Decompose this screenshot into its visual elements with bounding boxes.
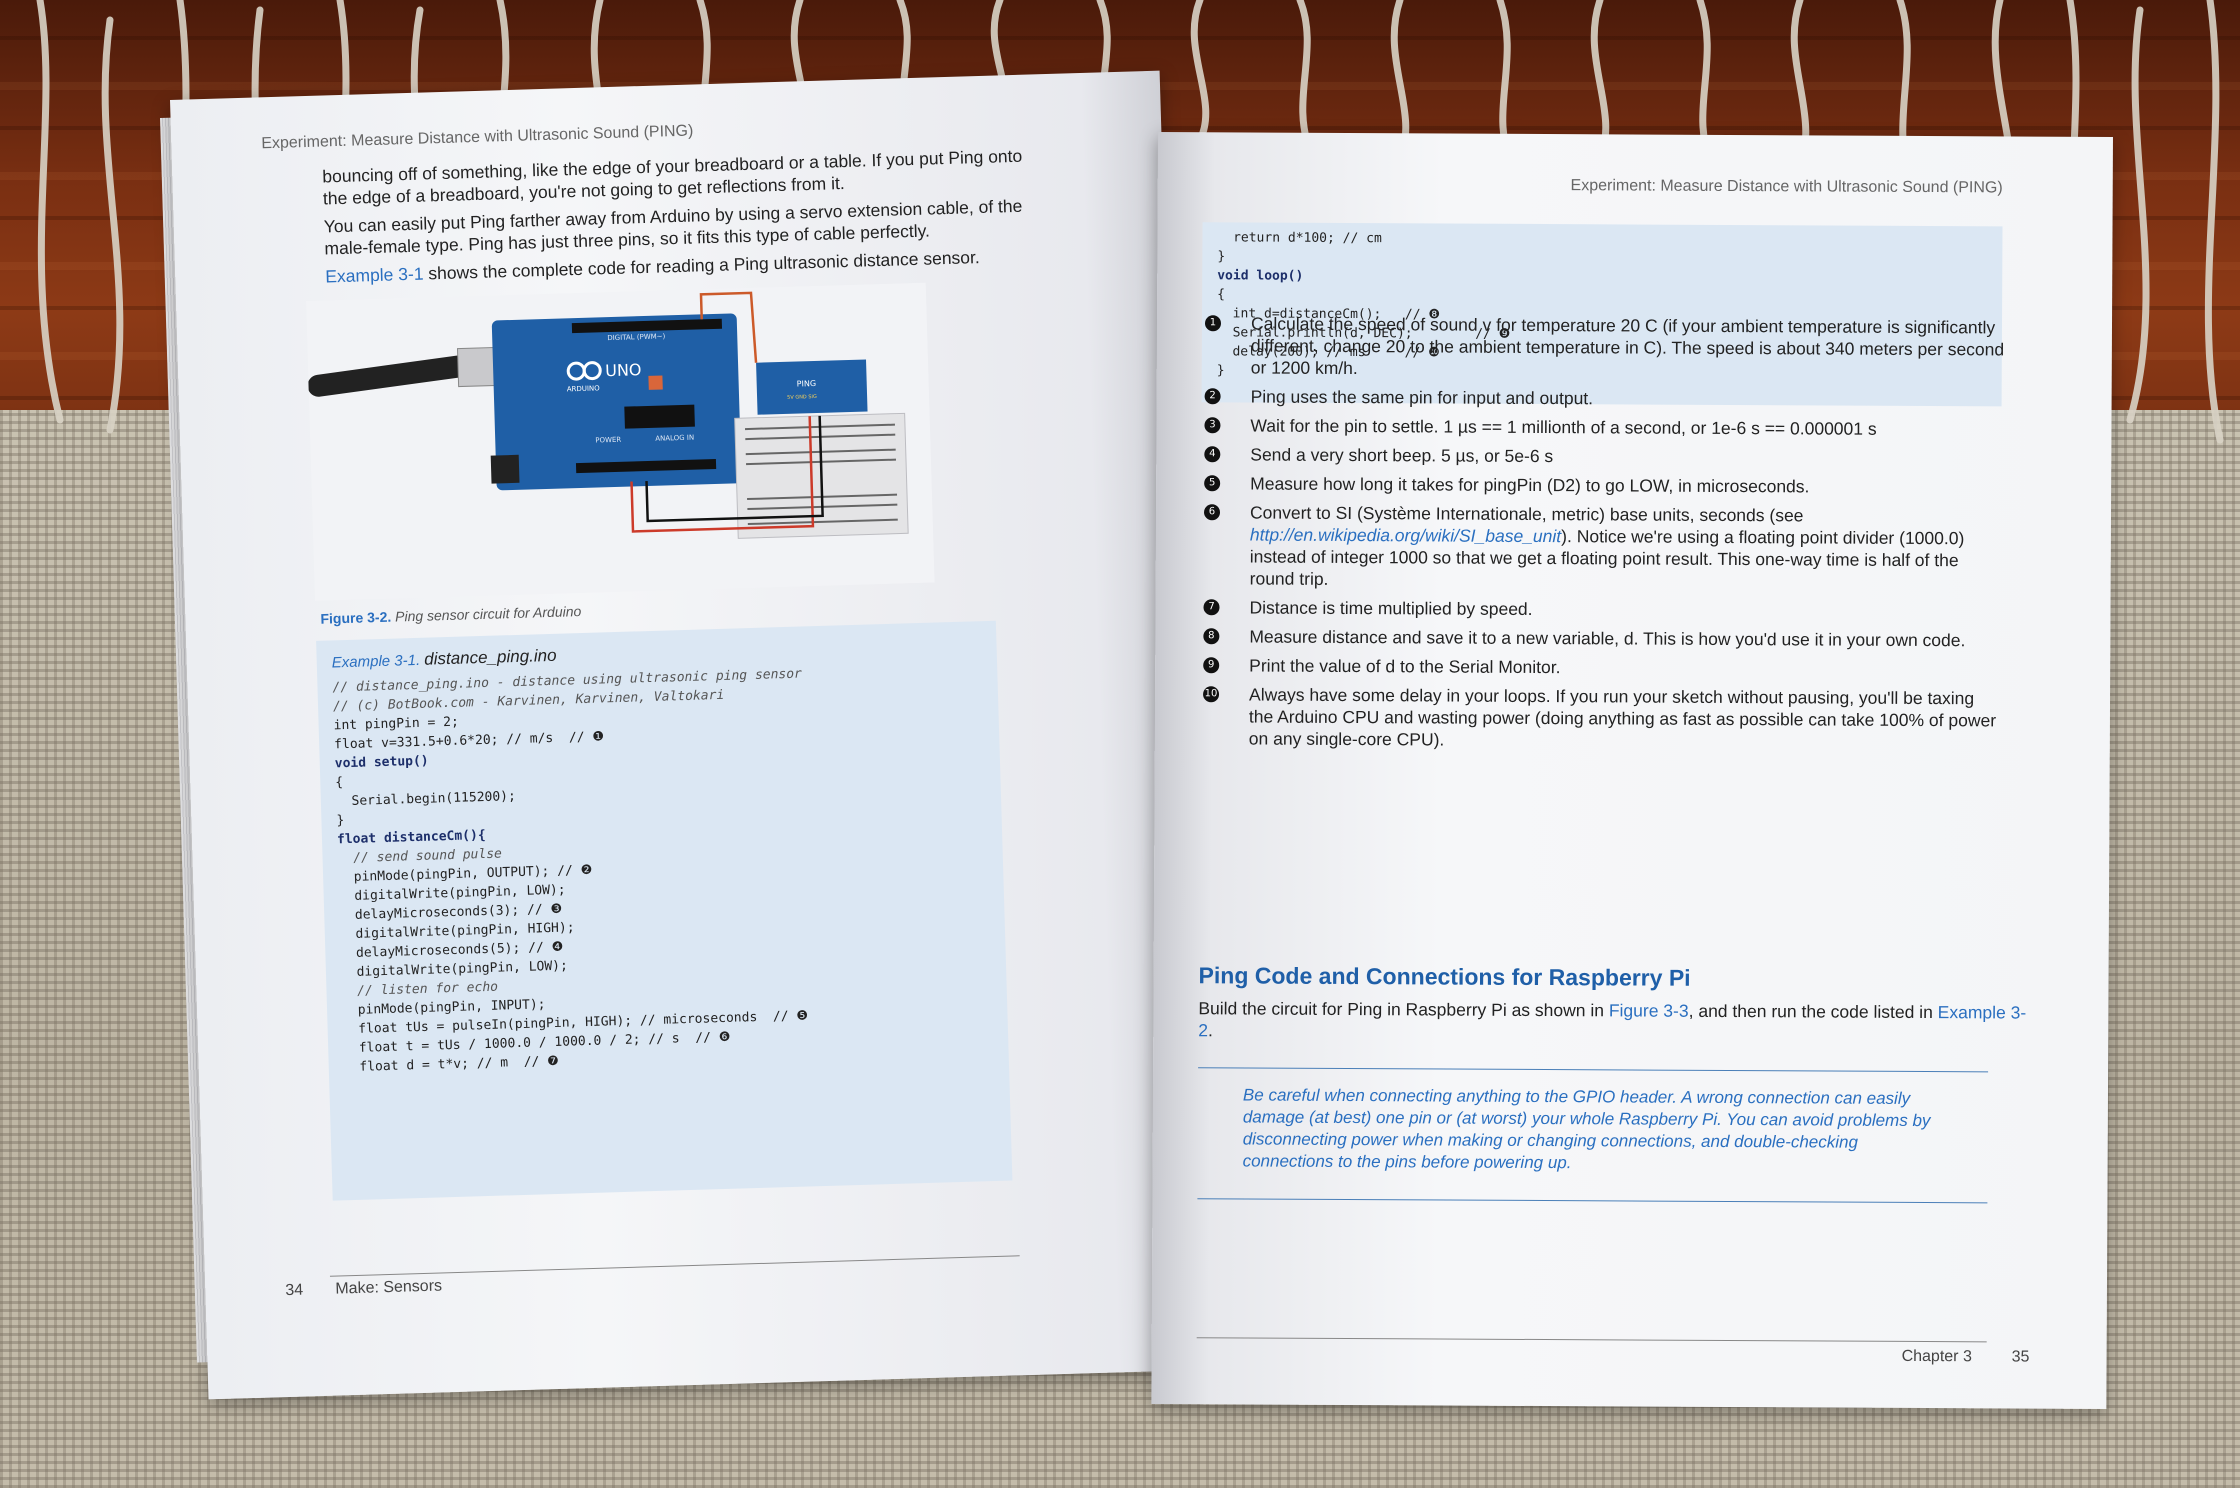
board-model-label: UNO	[605, 360, 642, 380]
figure-caption: Figure 3-2. Ping sensor circuit for Ardu…	[320, 603, 581, 627]
analog-header-label: ANALOG IN	[655, 434, 694, 443]
code-listing-title: Example 3-1. distance_ping.ino	[331, 645, 557, 673]
chapter-label: Chapter 3	[1901, 1347, 1972, 1366]
code-listing-label: Example 3-1.	[331, 651, 421, 672]
example-link[interactable]: Example 3-1	[325, 264, 424, 287]
footer-rule	[329, 1255, 1020, 1277]
code-lines: // distance_ping.ino - distance using ul…	[332, 665, 813, 1078]
left-page: Experiment: Measure Distance with Ultras…	[170, 70, 1199, 1400]
callout-number: 9	[1203, 657, 1220, 674]
wikipedia-link[interactable]: http://en.wikipedia.org/wiki/SI_base_uni…	[1250, 524, 1561, 546]
section-text: Build the circuit for Ping in Raspberry …	[1198, 998, 1609, 1021]
running-head: Experiment: Measure Distance with Ultras…	[261, 122, 694, 153]
callout-text: Send a very short beep. 5 µs, or 5e-6 s	[1250, 444, 1554, 467]
callout-item: 5 Measure how long it takes for pingPin (…	[1204, 472, 2004, 498]
power-header-label: POWER	[595, 436, 621, 445]
callout-number: 6	[1203, 504, 1221, 521]
ping-sensor-label: PING	[797, 379, 817, 389]
page-number: 34	[285, 1281, 304, 1300]
code-listing-filename: distance_ping.ino	[423, 645, 557, 669]
callout-text: Measure distance and save it to a new va…	[1249, 626, 1966, 651]
running-head: Experiment: Measure Distance with Ultras…	[1570, 177, 2003, 197]
book-title: Make: Sensors	[335, 1277, 443, 1298]
figure-link[interactable]: Figure 3-3	[1609, 1000, 1689, 1020]
reset-button	[648, 375, 663, 390]
code-line: }	[1217, 249, 1226, 265]
callout-number: 10	[1203, 686, 1220, 703]
callout-text: Distance is time multiplied by speed.	[1249, 597, 1533, 619]
callout-text: Print the value of d to the Serial Monit…	[1249, 655, 1561, 678]
code-line: return d*100; // cm	[1217, 230, 1382, 247]
callout-item: 2 Ping uses the same pin for input and ou…	[1204, 385, 2005, 411]
callout-text: Calculate the speed of sound v for tempe…	[1250, 313, 2005, 379]
callout-number: 8	[1203, 628, 1220, 645]
code-line: void loop()	[1217, 268, 1304, 284]
figure-caption-text: Ping sensor circuit for Arduino	[394, 603, 582, 625]
callout-number: 3	[1204, 417, 1221, 434]
callout-text: Measure how long it takes for pingPin (D…	[1250, 473, 1810, 497]
right-page: Experiment: Measure Distance with Ultras…	[1151, 132, 2113, 1409]
callout-number: 7	[1203, 599, 1220, 616]
footer-rule	[1196, 1337, 1987, 1343]
callout-text: Wait for the pin to settle. 1 µs == 1 mi…	[1250, 415, 1877, 439]
section-heading: Ping Code and Connections for Raspberry …	[1198, 962, 1691, 991]
page-number: 35	[2011, 1348, 2030, 1366]
callout-item: 10 Always have some delay in your loops. …	[1203, 683, 2003, 753]
callout-number: 2	[1204, 388, 1221, 405]
ping-pin-labels: 5V GND SIG	[787, 394, 817, 401]
callout-item: 7 Distance is time multiplied by speed.	[1203, 596, 2003, 622]
board-brand-label: ARDUINO	[567, 384, 601, 393]
callout-item: 6 Convert to SI (Système Internationale, …	[1203, 501, 2004, 593]
callout-text: Ping uses the same pin for input and out…	[1250, 386, 1594, 409]
power-jack	[490, 454, 520, 484]
warning-note-text: Be careful when connecting anything to t…	[1242, 1085, 1931, 1173]
code-listing: Example 3-1. distance_ping.ino // distan…	[316, 620, 1013, 1201]
warning-note: Be careful when connecting anything to t…	[1197, 1067, 1989, 1204]
figure-caption-label: Figure 3-2.	[320, 608, 392, 627]
callout-list: 1 Calculate the speed of sound v for temp…	[1203, 312, 2005, 760]
callout-number: 5	[1204, 475, 1221, 492]
section-text: .	[1207, 1020, 1213, 1041]
callout-number: 1	[1204, 315, 1222, 332]
callout-item: 4 Send a very short beep. 5 µs, or 5e-6 s	[1204, 443, 2004, 469]
callout-item: 8 Measure distance and save it to a new v…	[1203, 625, 2003, 651]
callout-item: 9 Print the value of d to the Serial Moni…	[1203, 654, 2003, 680]
code-line: {	[1217, 287, 1226, 303]
callout-number: 4	[1204, 446, 1221, 463]
callout-text: Always have some delay in your loops. If…	[1248, 684, 1997, 750]
callout-item: 3 Wait for the pin to settle. 1 µs == 1 m…	[1204, 414, 2004, 440]
section-paragraph: Build the circuit for Ping in Raspberry …	[1198, 997, 2028, 1045]
callout-item: 1 Calculate the speed of sound v for temp…	[1204, 312, 2005, 382]
arduino-ping-circuit-figure: DIGITAL (PWM~) UNO ARDUINO POWER ANALOG …	[306, 282, 935, 601]
callout-text: Convert to SI (Système Internationale, m…	[1249, 502, 1804, 526]
section-text: , and then run the code listed in	[1688, 1000, 1938, 1023]
